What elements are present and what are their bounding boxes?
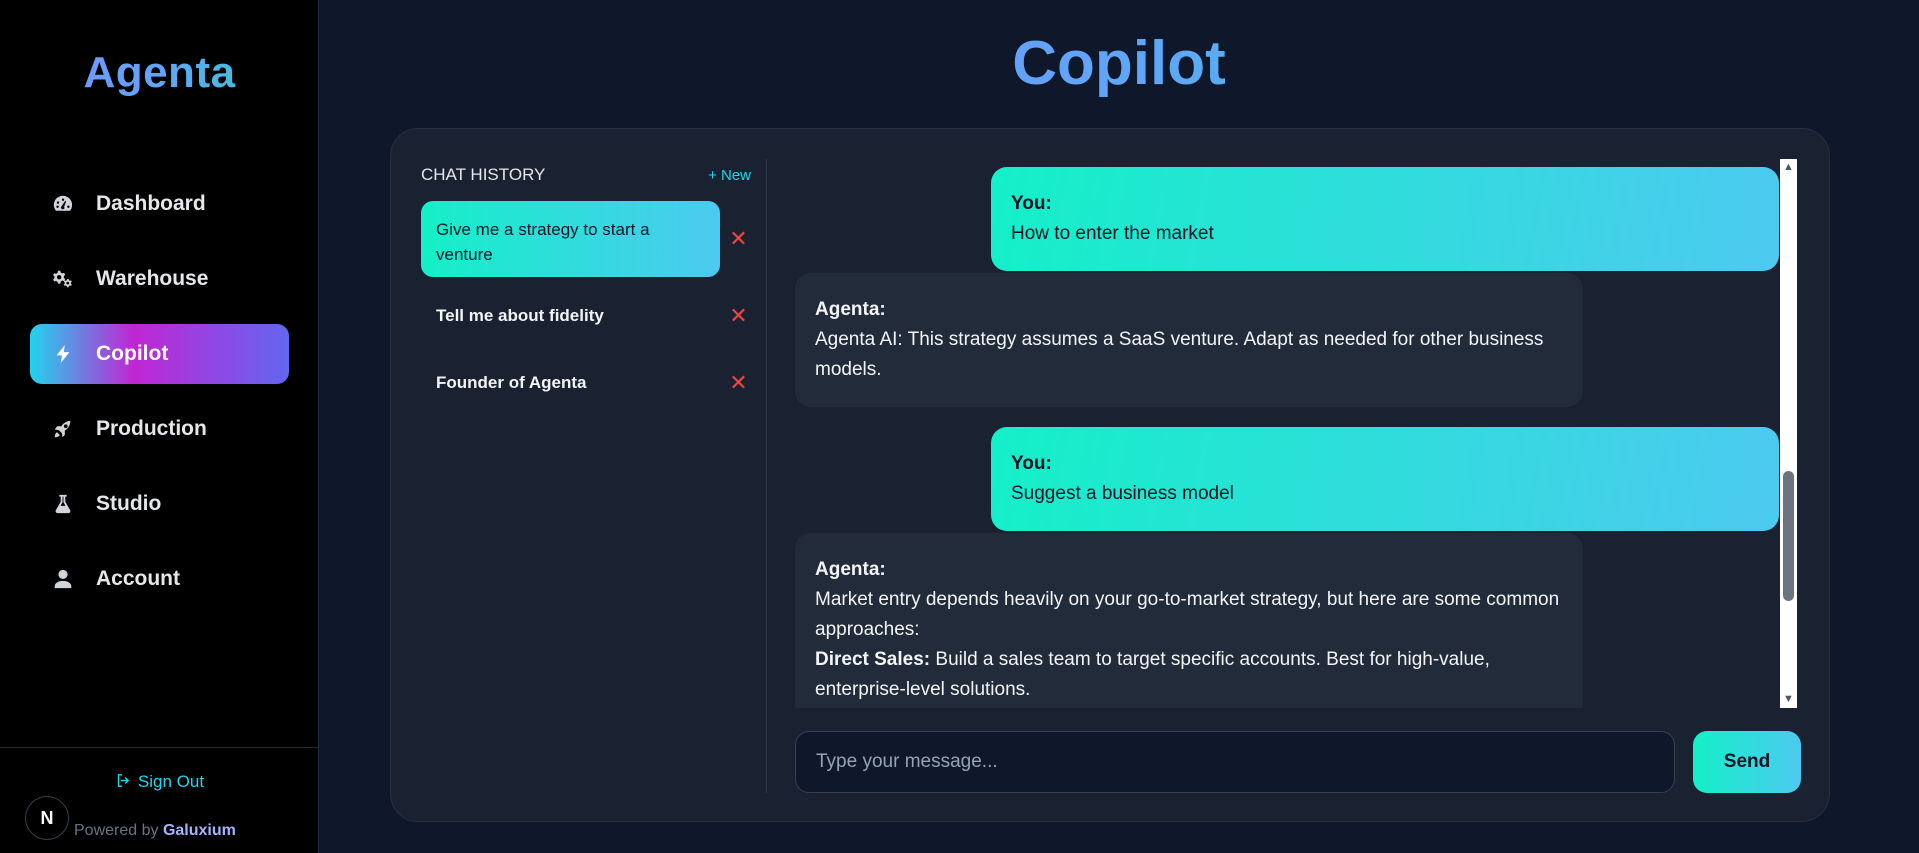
sidebar-item-production[interactable]: Production: [30, 399, 289, 459]
sidebar-item-copilot[interactable]: Copilot: [30, 324, 289, 384]
flask-icon: [52, 489, 82, 519]
powered-by: Powered by Galuxium: [74, 822, 236, 840]
chat-history-header: CHAT HISTORY + New: [421, 159, 757, 191]
message-input[interactable]: [795, 731, 1675, 793]
sign-out-label: Sign Out: [137, 772, 205, 791]
message-sender: You:: [1011, 193, 1052, 214]
message-composer: Send: [795, 731, 1801, 793]
gears-icon: [52, 264, 82, 294]
assistant-message: Agenta: Agenta AI: This strategy assumes…: [795, 273, 1583, 407]
message-text: Suggest a business model: [1011, 483, 1234, 504]
sidebar-item-dashboard[interactable]: Dashboard: [30, 174, 289, 234]
chat-history-row: Give me a strategy to start a venture ✕: [421, 201, 757, 277]
message-bold-lead: Direct Sales:: [815, 649, 931, 670]
sidebar: Agenta Dashboard Warehouse Copilot Produ…: [0, 0, 319, 853]
sidebar-item-label: Warehouse: [96, 267, 209, 290]
message-sender: Agenta:: [815, 559, 886, 580]
message-sender: You:: [1011, 453, 1052, 474]
chat-history-row: Founder of Agenta ✕: [421, 354, 757, 411]
bolt-icon: [52, 339, 82, 369]
sidebar-item-label: Copilot: [96, 342, 169, 365]
delete-chat-icon[interactable]: ✕: [720, 304, 757, 327]
chat-history-item[interactable]: Tell me about fidelity: [421, 287, 720, 344]
delete-chat-icon[interactable]: ✕: [720, 228, 757, 250]
message-text: Market entry depends heavily on your go-…: [815, 589, 1560, 640]
dev-indicator-badge[interactable]: N: [25, 796, 69, 840]
gauge-icon: [52, 189, 82, 219]
user-message: You: How to enter the market: [991, 167, 1779, 271]
chat-history-item[interactable]: Give me a strategy to start a venture: [421, 201, 720, 277]
brand-logo[interactable]: Agenta: [0, 48, 319, 98]
chat-history-title: CHAT HISTORY: [421, 165, 546, 184]
scroll-up-icon[interactable]: ▲: [1780, 159, 1797, 176]
app-root: Agenta Dashboard Warehouse Copilot Produ…: [0, 0, 1919, 853]
new-chat-button[interactable]: + New: [708, 167, 757, 184]
divider: [766, 159, 767, 793]
sidebar-item-label: Account: [96, 567, 180, 590]
sidebar-item-label: Production: [96, 417, 207, 440]
message-sender: Agenta:: [815, 299, 886, 320]
sign-out-button[interactable]: Sign Out: [0, 772, 319, 792]
message-scrollbar[interactable]: ▲ ▼: [1780, 159, 1797, 708]
send-button[interactable]: Send: [1693, 731, 1801, 793]
sidebar-footer: Sign Out N Powered by Galuxium: [0, 747, 319, 853]
chat-history: CHAT HISTORY + New Give me a strategy to…: [421, 159, 757, 793]
assistant-message: Agenta: Market entry depends heavily on …: [795, 533, 1583, 708]
rocket-icon: [52, 414, 82, 444]
page-title: Copilot: [319, 28, 1919, 99]
scroll-down-icon[interactable]: ▼: [1780, 691, 1797, 708]
sidebar-item-label: Dashboard: [96, 192, 206, 215]
chat-panel: CHAT HISTORY + New Give me a strategy to…: [390, 128, 1830, 822]
sidebar-item-label: Studio: [96, 492, 162, 515]
sign-out-icon: [117, 774, 130, 787]
delete-chat-icon[interactable]: ✕: [720, 371, 757, 394]
powered-by-brand[interactable]: Galuxium: [163, 822, 236, 839]
message-text: How to enter the market: [1011, 223, 1214, 244]
sidebar-item-studio[interactable]: Studio: [30, 474, 289, 534]
message-list: You: How to enter the market Agenta: Age…: [795, 159, 1803, 708]
chat-history-item[interactable]: Founder of Agenta: [421, 354, 720, 411]
chat-history-row: Tell me about fidelity ✕: [421, 287, 757, 344]
scrollbar-thumb[interactable]: [1783, 471, 1794, 601]
sidebar-item-account[interactable]: Account: [30, 549, 289, 609]
user-icon: [52, 564, 82, 594]
user-message: You: Suggest a business model: [991, 427, 1779, 531]
powered-by-prefix: Powered by: [74, 822, 159, 839]
sidebar-nav: Dashboard Warehouse Copilot Production S…: [30, 174, 289, 624]
sidebar-item-warehouse[interactable]: Warehouse: [30, 249, 289, 309]
message-text: Agenta AI: This strategy assumes a SaaS …: [815, 329, 1544, 380]
